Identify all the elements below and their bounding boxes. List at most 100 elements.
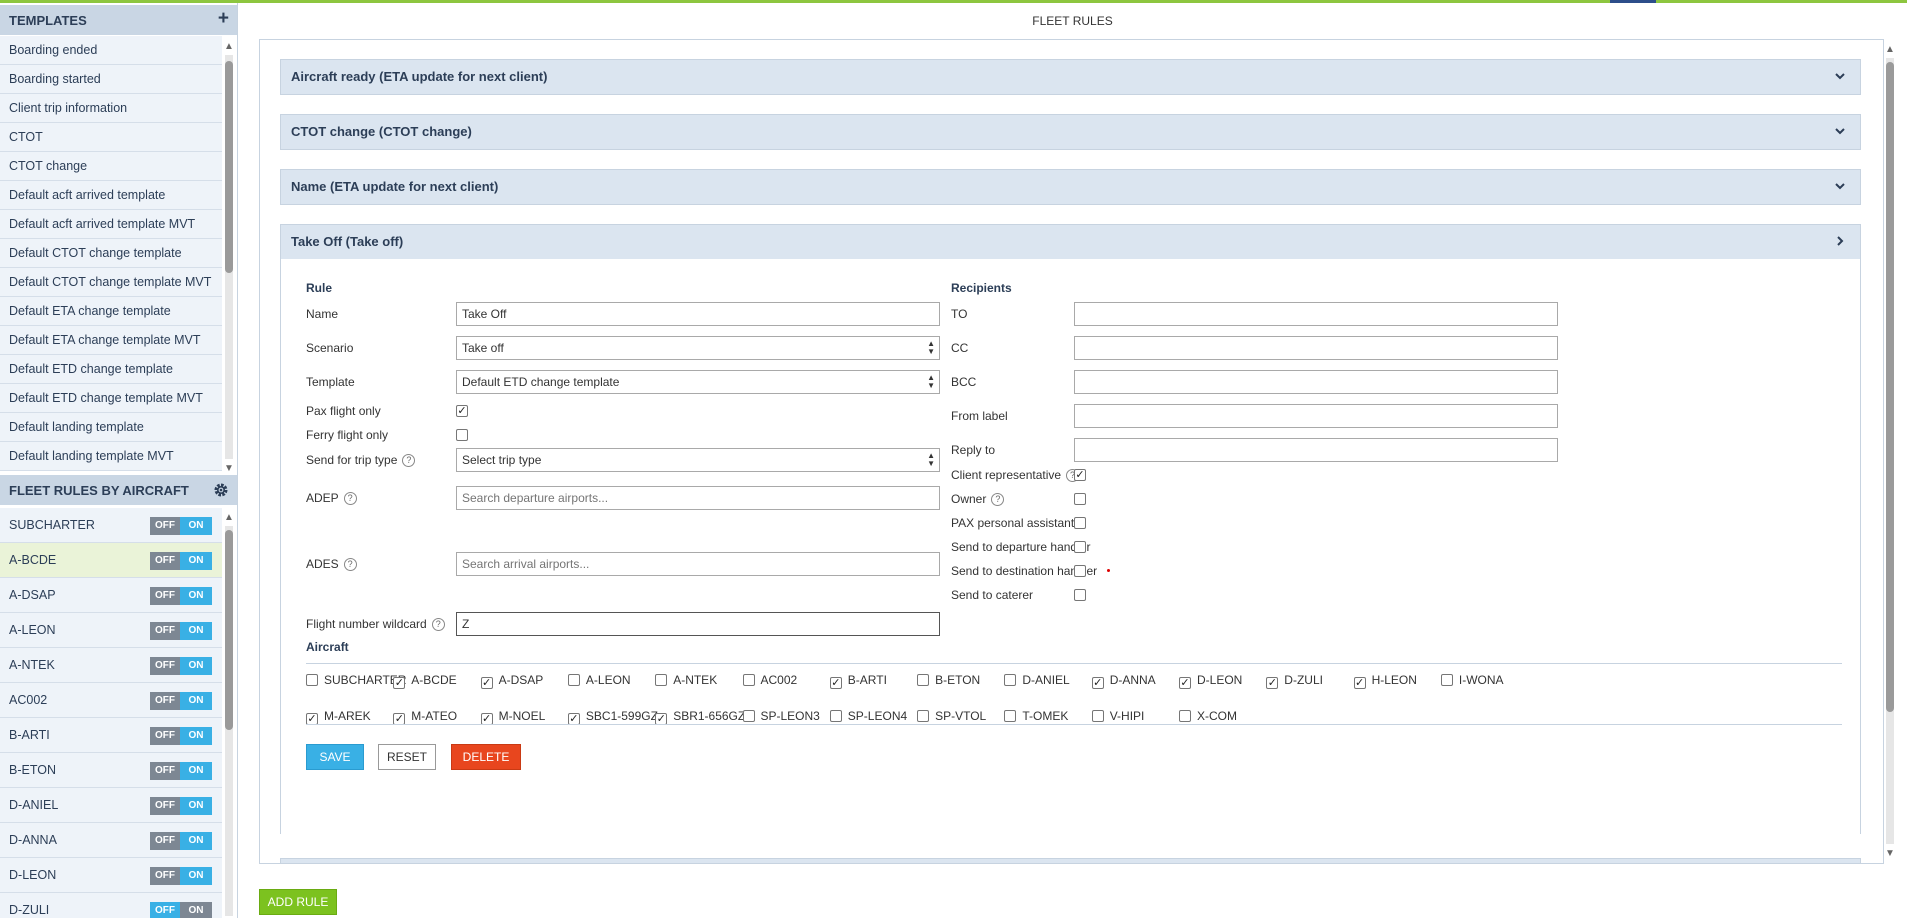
- pax-flight-only-checkbox[interactable]: ✓: [456, 405, 468, 417]
- template-item[interactable]: Default ETA change template MVT: [0, 326, 222, 355]
- aircraft-checkbox[interactable]: ✓: [1353, 677, 1366, 689]
- aircraft-checkbox-item[interactable]: SP-LEON4: [829, 709, 907, 723]
- main-scrollbar[interactable]: ▲ ▼: [1883, 42, 1897, 862]
- aircraft-checkbox[interactable]: [1004, 674, 1017, 686]
- reply-to-input[interactable]: [1074, 438, 1558, 462]
- rule-header[interactable]: CTOT change (CTOT change): [281, 115, 1860, 149]
- chevron-down-icon[interactable]: [1834, 60, 1846, 94]
- template-item[interactable]: Boarding ended: [0, 36, 222, 65]
- fleet-item[interactable]: D-LEON OFF ON: [0, 858, 222, 893]
- aircraft-checkbox-item[interactable]: B-ETON: [917, 673, 980, 687]
- help-icon[interactable]: ?: [431, 618, 445, 631]
- scenario-select[interactable]: Take off ▲ ▼: [456, 336, 940, 360]
- aircraft-checkbox-item[interactable]: ✓ D-LEON: [1179, 673, 1242, 689]
- toggle-off[interactable]: OFF: [150, 692, 180, 710]
- trip-type-select[interactable]: Select trip type ▲ ▼: [456, 448, 940, 472]
- toggle-off[interactable]: OFF: [150, 797, 180, 815]
- aircraft-checkbox[interactable]: [742, 674, 755, 686]
- fleet-item[interactable]: D-ZULI OFF ON: [0, 893, 222, 918]
- fleet-item[interactable]: A-DSAP OFF ON: [0, 578, 222, 613]
- scroll-thumb[interactable]: [1886, 62, 1894, 712]
- template-item[interactable]: Default ETA change template: [0, 297, 222, 326]
- toggle-off[interactable]: OFF: [150, 552, 180, 570]
- templates-scrollbar[interactable]: ▲ ▼: [222, 39, 236, 475]
- toggle-off[interactable]: OFF: [150, 902, 180, 918]
- aircraft-checkbox[interactable]: ✓: [1179, 677, 1191, 689]
- aircraft-checkbox[interactable]: ✓: [1266, 677, 1279, 689]
- template-item[interactable]: CTOT: [0, 123, 222, 152]
- template-item[interactable]: Default CTOT change template MVT: [0, 268, 222, 297]
- aircraft-checkbox-item[interactable]: ✓ M-AREK: [306, 709, 371, 725]
- scroll-down-icon[interactable]: ▼: [1883, 848, 1897, 860]
- ferry-flight-only-checkbox[interactable]: [456, 429, 468, 441]
- aircraft-checkbox[interactable]: [1004, 710, 1017, 722]
- on-off-toggle[interactable]: OFF ON: [150, 552, 212, 570]
- toggle-on[interactable]: ON: [180, 692, 212, 710]
- aircraft-checkbox[interactable]: [1440, 674, 1453, 686]
- aircraft-checkbox[interactable]: [1179, 710, 1191, 722]
- aircraft-checkbox-item[interactable]: D-ANIEL: [1004, 673, 1070, 687]
- gear-icon[interactable]: [213, 479, 229, 503]
- aircraft-checkbox-item[interactable]: SUBCHARTER: [306, 673, 406, 687]
- on-off-toggle[interactable]: OFF ON: [150, 832, 212, 850]
- aircraft-checkbox-item[interactable]: ✓ M-NOEL: [480, 709, 545, 725]
- toggle-on[interactable]: ON: [180, 867, 212, 885]
- scroll-up-icon[interactable]: ▲: [222, 41, 236, 53]
- chevron-down-icon[interactable]: [1834, 115, 1846, 149]
- aircraft-checkbox-item[interactable]: ✓ M-ATEO: [393, 709, 457, 725]
- fleet-item[interactable]: A-NTEK OFF ON: [0, 648, 222, 683]
- aircraft-checkbox[interactable]: [306, 674, 318, 686]
- help-icon[interactable]: ?: [402, 454, 416, 467]
- on-off-toggle[interactable]: OFF ON: [150, 657, 212, 675]
- on-off-toggle[interactable]: OFF ON: [150, 727, 212, 745]
- toggle-on[interactable]: ON: [180, 797, 212, 815]
- aircraft-checkbox[interactable]: [917, 710, 930, 722]
- fleet-item[interactable]: SUBCHARTER OFF ON: [0, 508, 222, 543]
- on-off-toggle[interactable]: OFF ON: [150, 587, 212, 605]
- toggle-off[interactable]: OFF: [150, 832, 180, 850]
- help-icon[interactable]: ?: [991, 493, 1005, 506]
- on-off-toggle[interactable]: OFF ON: [150, 797, 212, 815]
- add-rule-button[interactable]: ADD RULE: [259, 889, 337, 915]
- aircraft-checkbox[interactable]: [742, 710, 755, 722]
- on-off-toggle[interactable]: OFF ON: [150, 622, 212, 640]
- aircraft-checkbox-item[interactable]: ✓ D-ANNA: [1091, 673, 1156, 689]
- save-button[interactable]: SAVE: [306, 744, 364, 770]
- template-item[interactable]: Boarding started: [0, 65, 222, 94]
- aircraft-checkbox-item[interactable]: X-COM: [1179, 709, 1237, 723]
- toggle-on[interactable]: ON: [180, 622, 212, 640]
- on-off-toggle[interactable]: OFF ON: [150, 867, 212, 885]
- scroll-up-icon[interactable]: ▲: [1883, 44, 1897, 56]
- aircraft-checkbox[interactable]: ✓: [829, 677, 842, 689]
- template-item[interactable]: Default landing template MVT: [0, 442, 222, 471]
- template-select[interactable]: Default ETD change template ▲ ▼: [456, 370, 940, 394]
- template-item[interactable]: Default ETD change template: [0, 355, 222, 384]
- template-item[interactable]: Default ETD change template MVT: [0, 384, 222, 413]
- aircraft-checkbox-item[interactable]: ✓ A-BCDE: [393, 673, 457, 689]
- aircraft-checkbox-item[interactable]: AC002: [742, 673, 797, 687]
- template-item[interactable]: Default CTOT change template: [0, 239, 222, 268]
- toggle-on[interactable]: ON: [180, 552, 212, 570]
- fleet-item[interactable]: A-BCDE OFF ON: [0, 543, 222, 578]
- fleet-item[interactable]: A-LEON OFF ON: [0, 613, 222, 648]
- from-label-input[interactable]: [1074, 404, 1558, 428]
- cc-input[interactable]: [1074, 336, 1558, 360]
- aircraft-checkbox[interactable]: ✓: [1091, 677, 1104, 689]
- fleet-item[interactable]: D-ANIEL OFF ON: [0, 788, 222, 823]
- toggle-on[interactable]: ON: [180, 902, 212, 918]
- to-input[interactable]: [1074, 302, 1558, 326]
- aircraft-checkbox-item[interactable]: A-LEON: [567, 673, 631, 687]
- delete-button[interactable]: DELETE: [451, 744, 521, 770]
- aircraft-checkbox[interactable]: ✓: [393, 677, 406, 689]
- toggle-on[interactable]: ON: [180, 832, 212, 850]
- aircraft-checkbox-item[interactable]: T-OMEK: [1004, 709, 1068, 723]
- aircraft-checkbox-item[interactable]: SP-LEON3: [742, 709, 820, 723]
- aircraft-checkbox[interactable]: [655, 674, 668, 686]
- aircraft-checkbox-item[interactable]: A-NTEK: [655, 673, 717, 687]
- rule-header[interactable]: Take Off (Take off): [281, 225, 1860, 259]
- fleet-scrollbar[interactable]: ▲: [222, 508, 236, 918]
- rule-header[interactable]: Aircraft ready (ETA update for next clie…: [281, 60, 1860, 94]
- help-icon[interactable]: ?: [343, 492, 357, 505]
- toggle-off[interactable]: OFF: [150, 517, 180, 535]
- template-item[interactable]: Default landing template: [0, 413, 222, 442]
